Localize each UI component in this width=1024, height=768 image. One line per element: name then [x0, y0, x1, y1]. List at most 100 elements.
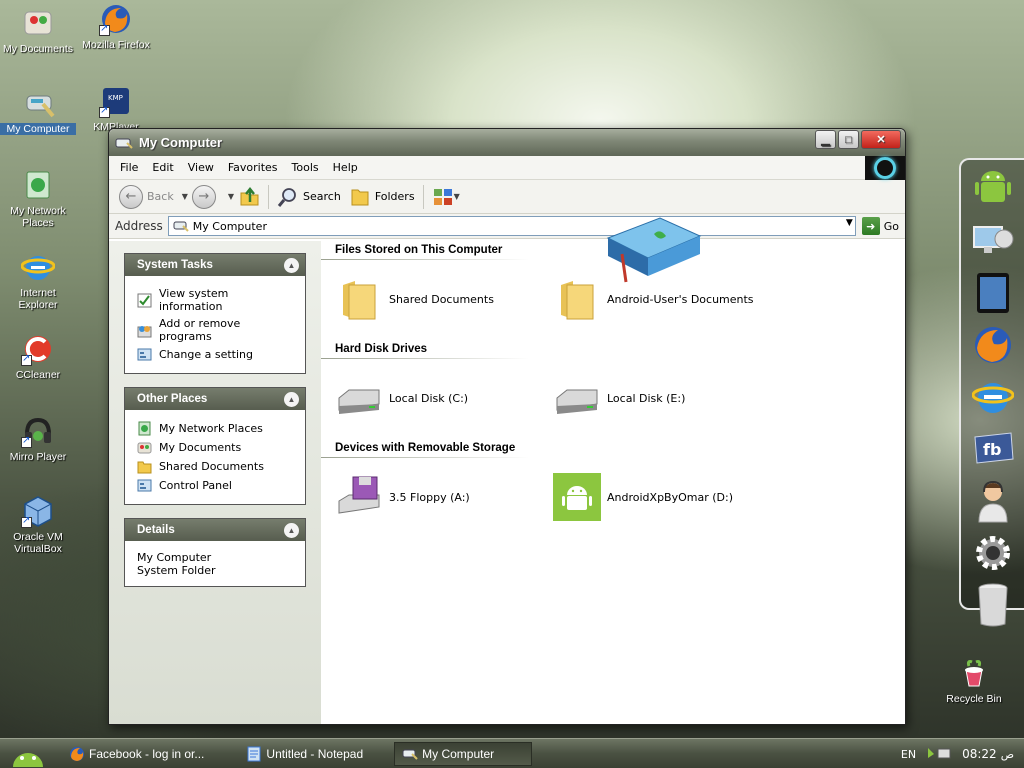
- collapse-chevron-icon[interactable]: ▲: [284, 522, 299, 538]
- details-header[interactable]: Details ▲: [125, 519, 305, 541]
- desktop-icon-network-places[interactable]: My Network Places: [0, 168, 76, 229]
- item-floppy-a[interactable]: 3.5 Floppy (A:): [335, 473, 470, 521]
- shortcut-arrow-icon: [21, 515, 32, 528]
- language-indicator[interactable]: EN: [901, 748, 916, 761]
- kmplayer-icon: KMP: [99, 84, 133, 118]
- close-button[interactable]: ✕: [861, 130, 901, 149]
- desktop-icon-label: Oracle VM VirtualBox: [13, 531, 63, 555]
- address-input[interactable]: My Computer ▼: [167, 216, 856, 236]
- task-view-system-information[interactable]: View system information: [137, 287, 294, 313]
- panel-body: View system information Add or remove pr…: [125, 276, 305, 373]
- task-change-setting[interactable]: Change a setting: [137, 347, 294, 362]
- menu-file[interactable]: File: [113, 159, 145, 176]
- item-local-disk-e[interactable]: Local Disk (E:): [553, 374, 685, 422]
- desktop-icon-firefox[interactable]: Mozilla Firefox: [78, 2, 154, 51]
- forward-dropdown-icon[interactable]: ▼: [228, 192, 234, 201]
- views-button[interactable]: ▼: [432, 186, 464, 208]
- control-panel-icon: [137, 348, 152, 361]
- back-button[interactable]: ← Back: [119, 184, 174, 209]
- place-my-documents[interactable]: My Documents: [137, 440, 294, 455]
- system-tasks-header[interactable]: System Tasks ▲: [125, 254, 305, 276]
- folders-button[interactable]: Folders: [349, 186, 415, 208]
- panel-title: Other Places: [137, 393, 208, 405]
- network-icon: [138, 421, 151, 436]
- taskbar-item-label: My Computer: [422, 746, 495, 761]
- search-button[interactable]: Search: [277, 186, 341, 208]
- dock-ipad[interactable]: [970, 270, 1016, 316]
- dock-trash[interactable]: [970, 582, 1016, 628]
- computer-icon: [115, 138, 133, 149]
- item-local-disk-c[interactable]: Local Disk (C:): [335, 374, 468, 422]
- back-dropdown-icon[interactable]: ▼: [182, 192, 188, 201]
- menu-help[interactable]: Help: [326, 159, 365, 176]
- toolbar-separator: [422, 184, 424, 209]
- go-label: Go: [883, 219, 899, 233]
- desktop-icon-virtualbox[interactable]: Oracle VM VirtualBox: [0, 494, 76, 555]
- documents-icon: [21, 6, 55, 40]
- desktop-icon-ccleaner[interactable]: CCleaner: [0, 332, 76, 381]
- forward-button[interactable]: →: [191, 184, 220, 209]
- documents-icon: [137, 442, 152, 454]
- folder-icon: [351, 189, 369, 205]
- hard-drive-icon: [338, 389, 380, 414]
- folder-icon: [343, 281, 376, 320]
- windows-throbber: [865, 156, 905, 180]
- dock-android[interactable]: [970, 166, 1016, 212]
- tray-network-icon: [928, 747, 951, 758]
- panel-title: System Tasks: [137, 259, 213, 271]
- menu-edit[interactable]: Edit: [145, 159, 180, 176]
- menu-view[interactable]: View: [181, 159, 221, 176]
- desktop-icon-internet-explorer[interactable]: Internet Explorer: [0, 250, 76, 311]
- taskbar-item-my-computer[interactable]: My Computer: [394, 741, 533, 766]
- taskbar-item-facebook[interactable]: Facebook - log in or...: [62, 742, 211, 766]
- hard-drive-icon: [556, 389, 598, 414]
- dock-remote-desktop[interactable]: [970, 218, 1016, 264]
- throbber-ring-icon: [874, 157, 896, 179]
- maximize-button[interactable]: □: [838, 130, 859, 149]
- taskbar: Facebook - log in or... Untitled - Notep…: [0, 738, 1024, 768]
- computer-icon: [402, 749, 418, 760]
- views-dropdown-icon: ▼: [453, 192, 460, 201]
- collapse-chevron-icon[interactable]: ▲: [284, 257, 299, 273]
- app-dock: fb: [959, 158, 1024, 627]
- place-shared-documents[interactable]: Shared Documents: [137, 459, 294, 474]
- place-my-network-places[interactable]: My Network Places: [137, 421, 294, 436]
- dock-facebook[interactable]: fb: [970, 426, 1016, 472]
- start-button[interactable]: [0, 739, 56, 768]
- item-shared-documents[interactable]: Shared Documents: [335, 275, 494, 323]
- go-button[interactable]: ➜ Go: [861, 217, 899, 235]
- minimize-button[interactable]: ▁: [815, 130, 836, 149]
- desktop-icon-kmplayer[interactable]: KMP KMPlayer: [78, 84, 154, 133]
- computer-icon: [21, 86, 55, 120]
- desktop-icon-label: CCleaner: [15, 369, 61, 381]
- item-android-drive-d[interactable]: AndroidXpByOmar (D:): [553, 473, 733, 521]
- desktop-icon-mirro-player[interactable]: Mirro Player: [0, 414, 76, 463]
- dock-support[interactable]: [970, 478, 1016, 524]
- place-control-panel[interactable]: Control Panel: [137, 478, 294, 493]
- address-bar: Address My Computer ▼ ➜ Go: [109, 214, 905, 239]
- group-title-removable-storage: Devices with Removable Storage: [335, 442, 516, 454]
- desktop-icon-my-documents[interactable]: My Documents: [0, 6, 76, 55]
- virtualbox-icon: [21, 494, 55, 528]
- system-info-icon: [137, 293, 152, 307]
- tray-icons[interactable]: [926, 746, 952, 763]
- dock-internet-explorer[interactable]: [970, 374, 1016, 420]
- address-dropdown-icon[interactable]: ▼: [846, 218, 853, 228]
- collapse-chevron-icon[interactable]: ▲: [284, 391, 299, 407]
- desktop-icon-my-computer[interactable]: My Computer: [0, 86, 76, 135]
- window-titlebar[interactable]: My Computer ▁ □ ✕: [109, 129, 905, 156]
- up-folder-button[interactable]: [238, 186, 260, 208]
- task-add-remove-programs[interactable]: Add or remove programs: [137, 317, 294, 343]
- explorer-window: My Computer ▁ □ ✕ File Edit View Favorit…: [108, 128, 906, 725]
- taskbar-item-notepad[interactable]: Untitled - Notepad: [239, 742, 370, 766]
- dock-firefox[interactable]: [970, 322, 1016, 368]
- remote-desktop-icon: [973, 226, 1014, 253]
- desktop-icon-recycle-bin[interactable]: Recycle Bin: [936, 656, 1012, 705]
- clock-time[interactable]: 08:22: [962, 747, 997, 761]
- menu-favorites[interactable]: Favorites: [221, 159, 285, 176]
- dock-settings[interactable]: [970, 530, 1016, 576]
- other-places-header[interactable]: Other Places ▲: [125, 388, 305, 410]
- folder-icon: [137, 461, 152, 474]
- details-panel: Details ▲ My Computer System Folder: [124, 518, 306, 587]
- menu-tools[interactable]: Tools: [285, 159, 326, 176]
